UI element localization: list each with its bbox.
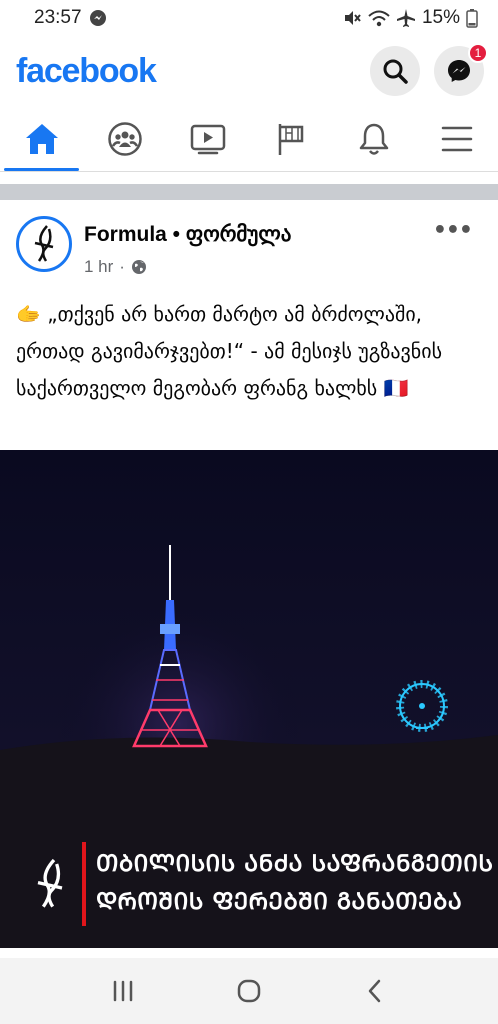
caption-accent-bar: [82, 842, 86, 926]
globe-icon: [131, 260, 146, 274]
tab-menu[interactable]: [415, 106, 498, 171]
page-avatar[interactable]: [16, 216, 72, 272]
messenger-button[interactable]: 1: [434, 43, 488, 96]
tab-pages[interactable]: [249, 106, 332, 171]
post-header: Formula • ფორმულა 1 hr · •••: [0, 200, 498, 290]
messenger-notification-icon: [89, 10, 106, 26]
caption-line-1: ᲗᲑᲘᲚᲘᲡᲘᲡ ᲐᲜᲫᲐ ᲡᲐᲤᲠᲐᲜᲒᲔᲗᲘᲡ: [96, 851, 494, 877]
home-button[interactable]: [224, 971, 274, 1011]
facebook-logo[interactable]: facebook: [16, 52, 157, 91]
battery-percent: 15%: [421, 7, 460, 28]
search-button[interactable]: [370, 46, 420, 96]
tab-watch[interactable]: [166, 106, 249, 171]
image-caption: ᲗᲑᲘᲚᲘᲡᲘᲡ ᲐᲜᲫᲐ ᲡᲐᲤᲠᲐᲜᲒᲔᲗᲘᲡ ᲓᲠᲝᲨᲘᲡ ᲤᲔᲠᲔᲑᲨᲘ…: [24, 840, 493, 930]
airplane-mode-icon: [396, 9, 415, 27]
post-image[interactable]: ᲗᲑᲘᲚᲘᲡᲘᲡ ᲐᲜᲫᲐ ᲡᲐᲤᲠᲐᲜᲒᲔᲗᲘᲡ ᲓᲠᲝᲨᲘᲡ ᲤᲔᲠᲔᲑᲨᲘ…: [0, 450, 498, 948]
status-bar: 23:57 15%: [0, 0, 498, 36]
tab-groups[interactable]: [83, 106, 166, 171]
search-icon: [383, 59, 408, 84]
header-actions: 1: [370, 43, 488, 96]
groups-icon: [107, 121, 142, 156]
main-tabs: [0, 106, 498, 172]
system-nav-bar: [0, 958, 498, 1024]
wifi-icon: [368, 10, 390, 27]
status-right: 15%: [342, 7, 478, 29]
back-button[interactable]: [350, 971, 400, 1011]
menu-icon: [441, 126, 472, 151]
home-icon: [25, 123, 58, 154]
flag-icon: [278, 123, 303, 155]
page-name[interactable]: Formula • ფორმულა: [84, 222, 291, 247]
video-icon: [190, 124, 225, 154]
messenger-icon: [448, 60, 470, 82]
app-header: facebook 1: [0, 36, 498, 106]
formula-logo-icon: [34, 225, 54, 262]
formula-logo-icon: [37, 858, 63, 908]
mute-icon: [344, 11, 361, 25]
battery-icon: [466, 9, 478, 28]
tab-notifications[interactable]: [332, 106, 415, 171]
recent-apps-button[interactable]: [98, 971, 148, 1011]
post-time[interactable]: 1 hr: [84, 257, 113, 277]
meta-dot: ·: [119, 257, 125, 276]
recent-apps-icon: [113, 980, 133, 1002]
more-options-button[interactable]: •••: [433, 218, 473, 243]
feed-divider: [0, 184, 498, 200]
tab-home[interactable]: [0, 106, 83, 171]
back-icon: [368, 979, 381, 1003]
post-meta: 1 hr ·: [84, 257, 147, 277]
post-text: 🫱 „თქვენ არ ხართ მარტო ამ ბრძოლაში, ერთა…: [16, 302, 443, 400]
messenger-badge: 1: [468, 43, 488, 63]
status-time: 23:57: [34, 7, 82, 28]
caption-line-2: ᲓᲠᲝᲨᲘᲡ ᲤᲔᲠᲔᲑᲨᲘ ᲒᲐᲜᲐᲗᲔᲑᲐ: [96, 889, 463, 915]
home-button-icon: [237, 979, 261, 1003]
bell-icon: [359, 123, 388, 155]
